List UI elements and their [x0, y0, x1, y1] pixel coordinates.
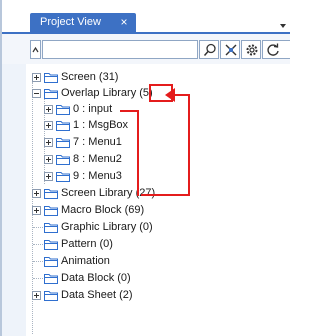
annotation-bracket-left [137, 110, 139, 196]
annotation-bracket-bottom [141, 194, 190, 196]
annotation-arrowhead [165, 88, 175, 102]
folder-icon [44, 206, 58, 216]
tab-strip: Project View × [2, 0, 290, 32]
refresh-icon [267, 43, 279, 56]
tree-item-label: Pattern (0) [61, 238, 113, 250]
settings-icon [246, 44, 258, 56]
annotation-bracket-vertical [188, 94, 190, 195]
folder-icon [44, 257, 58, 267]
tab-project-view[interactable]: Project View × [30, 13, 136, 32]
scroll-left-button[interactable] [30, 40, 41, 59]
folder-icon [56, 105, 70, 115]
project-view-panel: Project View × Screen (31) Overlap Libra… [0, 0, 290, 336]
tree-item-label: Animation [61, 255, 110, 267]
tab-label: Project View [40, 16, 101, 28]
expand-plus-icon[interactable] [32, 73, 41, 82]
panel-menu-chevron-down-icon[interactable] [280, 24, 286, 28]
folder-icon [44, 73, 58, 83]
tree-item-label: Macro Block (69) [61, 204, 145, 216]
folder-icon [44, 291, 58, 301]
folder-icon [44, 274, 58, 284]
tree-item-label: Screen (31) [61, 71, 119, 83]
search-input[interactable] [42, 40, 198, 59]
folder-icon [56, 138, 70, 148]
expand-plus-icon[interactable] [32, 291, 41, 300]
folder-icon [56, 155, 70, 165]
expand-plus-icon[interactable] [44, 172, 53, 181]
folder-icon [56, 172, 70, 182]
expand-plus-icon[interactable] [32, 206, 41, 215]
refresh-button[interactable] [262, 40, 290, 59]
expand-plus-icon[interactable] [44, 155, 53, 164]
tree-item-label: 0 : input [73, 103, 113, 115]
tree-connector [33, 244, 43, 245]
folder-icon [44, 240, 58, 250]
tree-item-label: Data Block (0) [61, 272, 131, 284]
tree-connector [33, 261, 43, 262]
tree-item-label: Overlap Library (5) [61, 87, 153, 99]
folder-icon [44, 223, 58, 233]
tree-connector [33, 278, 43, 279]
folder-icon [44, 189, 58, 199]
tree-item-label: 7 : Menu1 [73, 136, 122, 148]
expand-plus-icon[interactable] [44, 138, 53, 147]
tree-item-label: 9 : Menu3 [73, 170, 122, 182]
expand-plus-icon[interactable] [32, 189, 41, 198]
tree-item-label: Data Sheet (2) [61, 289, 133, 301]
folder-icon [56, 121, 70, 131]
project-tree: Screen (31) Overlap Library (5) 0 : input 1… [26, 64, 290, 336]
filter-button[interactable] [220, 40, 240, 59]
folder-icon [44, 89, 58, 99]
annotation-bracket-top [120, 110, 139, 112]
tree-item-label: 8 : Menu2 [73, 153, 122, 165]
tab-close-icon[interactable]: × [118, 13, 130, 32]
search-icon [203, 43, 216, 56]
tree-item-label: Graphic Library (0) [61, 221, 153, 233]
expand-plus-icon[interactable] [44, 105, 53, 114]
filter-icon [225, 44, 237, 56]
collapse-minus-icon[interactable] [32, 89, 41, 98]
tree-connector [33, 227, 43, 228]
expand-plus-icon[interactable] [44, 121, 53, 130]
chevron-up-icon [32, 46, 39, 53]
tree-item-label: 1 : MsgBox [73, 119, 129, 131]
search-button[interactable] [199, 40, 219, 59]
settings-button[interactable] [241, 40, 261, 59]
